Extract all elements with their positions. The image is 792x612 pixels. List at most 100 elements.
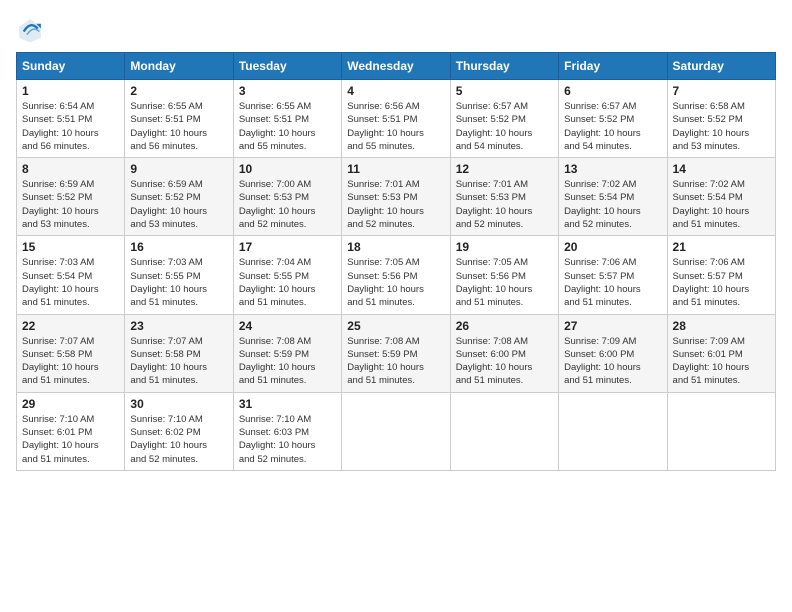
- day-info: Sunrise: 7:10 AMSunset: 6:01 PMDaylight:…: [22, 413, 119, 466]
- calendar-day: 1Sunrise: 6:54 AMSunset: 5:51 PMDaylight…: [17, 80, 125, 158]
- day-info: Sunrise: 6:57 AMSunset: 5:52 PMDaylight:…: [564, 100, 661, 153]
- day-info: Sunrise: 6:59 AMSunset: 5:52 PMDaylight:…: [130, 178, 227, 231]
- day-number: 5: [456, 84, 553, 98]
- day-number: 17: [239, 240, 336, 254]
- day-info: Sunrise: 7:09 AMSunset: 6:01 PMDaylight:…: [673, 335, 770, 388]
- day-info: Sunrise: 7:01 AMSunset: 5:53 PMDaylight:…: [456, 178, 553, 231]
- day-number: 6: [564, 84, 661, 98]
- calendar-day: 6 Sunrise: 6:57 AMSunset: 5:52 PMDaylight…: [559, 80, 667, 158]
- day-number: 1: [22, 84, 119, 98]
- day-info: Sunrise: 6:55 AMSunset: 5:51 PMDaylight:…: [130, 100, 227, 153]
- day-info: Sunrise: 6:56 AMSunset: 5:51 PMDaylight:…: [347, 100, 444, 153]
- day-number: 8: [22, 162, 119, 176]
- calendar-day: 3 Sunrise: 6:55 AMSunset: 5:51 PMDaylight…: [233, 80, 341, 158]
- day-number: 19: [456, 240, 553, 254]
- day-number: 25: [347, 319, 444, 333]
- calendar-day: [342, 392, 450, 470]
- calendar-day: 31 Sunrise: 7:10 AMSunset: 6:03 PMDayligh…: [233, 392, 341, 470]
- calendar-day: 4 Sunrise: 6:56 AMSunset: 5:51 PMDaylight…: [342, 80, 450, 158]
- day-info: Sunrise: 7:07 AMSunset: 5:58 PMDaylight:…: [130, 335, 227, 388]
- header-day: Thursday: [450, 53, 558, 80]
- day-info: Sunrise: 6:59 AMSunset: 5:52 PMDaylight:…: [22, 178, 119, 231]
- calendar-day: 5 Sunrise: 6:57 AMSunset: 5:52 PMDaylight…: [450, 80, 558, 158]
- calendar-table: SundayMondayTuesdayWednesdayThursdayFrid…: [16, 52, 776, 471]
- calendar-day: 18 Sunrise: 7:05 AMSunset: 5:56 PMDayligh…: [342, 236, 450, 314]
- day-info: Sunrise: 7:05 AMSunset: 5:56 PMDaylight:…: [456, 256, 553, 309]
- calendar-day: 27 Sunrise: 7:09 AMSunset: 6:00 PMDayligh…: [559, 314, 667, 392]
- calendar-week: 8 Sunrise: 6:59 AMSunset: 5:52 PMDaylight…: [17, 158, 776, 236]
- day-number: 23: [130, 319, 227, 333]
- calendar-day: 21Sunrise: 7:06 AMSunset: 5:57 PMDayligh…: [667, 236, 775, 314]
- calendar-day: 26Sunrise: 7:08 AMSunset: 6:00 PMDayligh…: [450, 314, 558, 392]
- day-info: Sunrise: 6:57 AMSunset: 5:52 PMDaylight:…: [456, 100, 553, 153]
- day-number: 27: [564, 319, 661, 333]
- header-row: SundayMondayTuesdayWednesdayThursdayFrid…: [17, 53, 776, 80]
- day-info: Sunrise: 7:02 AMSunset: 5:54 PMDaylight:…: [564, 178, 661, 231]
- calendar-day: 23 Sunrise: 7:07 AMSunset: 5:58 PMDayligh…: [125, 314, 233, 392]
- calendar-week: 1Sunrise: 6:54 AMSunset: 5:51 PMDaylight…: [17, 80, 776, 158]
- day-number: 18: [347, 240, 444, 254]
- day-info: Sunrise: 7:06 AMSunset: 5:57 PMDaylight:…: [564, 256, 661, 309]
- day-info: Sunrise: 7:00 AMSunset: 5:53 PMDaylight:…: [239, 178, 336, 231]
- day-number: 10: [239, 162, 336, 176]
- day-number: 26: [456, 319, 553, 333]
- day-number: 7: [673, 84, 770, 98]
- calendar-header: SundayMondayTuesdayWednesdayThursdayFrid…: [17, 53, 776, 80]
- calendar-day: 2 Sunrise: 6:55 AMSunset: 5:51 PMDaylight…: [125, 80, 233, 158]
- header-day: Friday: [559, 53, 667, 80]
- day-info: Sunrise: 7:08 AMSunset: 5:59 PMDaylight:…: [347, 335, 444, 388]
- calendar-day: 20Sunrise: 7:06 AMSunset: 5:57 PMDayligh…: [559, 236, 667, 314]
- day-number: 21: [673, 240, 770, 254]
- calendar-day: 12Sunrise: 7:01 AMSunset: 5:53 PMDayligh…: [450, 158, 558, 236]
- day-number: 16: [130, 240, 227, 254]
- day-number: 11: [347, 162, 444, 176]
- day-number: 3: [239, 84, 336, 98]
- day-number: 15: [22, 240, 119, 254]
- day-number: 24: [239, 319, 336, 333]
- day-number: 9: [130, 162, 227, 176]
- day-info: Sunrise: 7:04 AMSunset: 5:55 PMDaylight:…: [239, 256, 336, 309]
- day-info: Sunrise: 6:55 AMSunset: 5:51 PMDaylight:…: [239, 100, 336, 153]
- day-info: Sunrise: 7:01 AMSunset: 5:53 PMDaylight:…: [347, 178, 444, 231]
- day-number: 30: [130, 397, 227, 411]
- day-info: Sunrise: 7:05 AMSunset: 5:56 PMDaylight:…: [347, 256, 444, 309]
- calendar-day: 7 Sunrise: 6:58 AMSunset: 5:52 PMDaylight…: [667, 80, 775, 158]
- day-info: Sunrise: 7:10 AMSunset: 6:02 PMDaylight:…: [130, 413, 227, 466]
- calendar-day: 30 Sunrise: 7:10 AMSunset: 6:02 PMDayligh…: [125, 392, 233, 470]
- day-number: 28: [673, 319, 770, 333]
- day-info: Sunrise: 7:08 AMSunset: 5:59 PMDaylight:…: [239, 335, 336, 388]
- day-number: 31: [239, 397, 336, 411]
- day-info: Sunrise: 7:10 AMSunset: 6:03 PMDaylight:…: [239, 413, 336, 466]
- day-number: 13: [564, 162, 661, 176]
- calendar-day: 9 Sunrise: 6:59 AMSunset: 5:52 PMDaylight…: [125, 158, 233, 236]
- calendar-day: 8 Sunrise: 6:59 AMSunset: 5:52 PMDaylight…: [17, 158, 125, 236]
- day-info: Sunrise: 7:09 AMSunset: 6:00 PMDaylight:…: [564, 335, 661, 388]
- day-number: 22: [22, 319, 119, 333]
- day-info: Sunrise: 7:02 AMSunset: 5:54 PMDaylight:…: [673, 178, 770, 231]
- calendar-week: 29 Sunrise: 7:10 AMSunset: 6:01 PMDayligh…: [17, 392, 776, 470]
- day-number: 2: [130, 84, 227, 98]
- calendar-day: 28 Sunrise: 7:09 AMSunset: 6:01 PMDayligh…: [667, 314, 775, 392]
- calendar-day: 11 Sunrise: 7:01 AMSunset: 5:53 PMDayligh…: [342, 158, 450, 236]
- page-header: [16, 16, 776, 44]
- calendar-day: 13 Sunrise: 7:02 AMSunset: 5:54 PMDayligh…: [559, 158, 667, 236]
- calendar-day: [559, 392, 667, 470]
- day-info: Sunrise: 6:58 AMSunset: 5:52 PMDaylight:…: [673, 100, 770, 153]
- header-day: Monday: [125, 53, 233, 80]
- calendar-day: 19 Sunrise: 7:05 AMSunset: 5:56 PMDayligh…: [450, 236, 558, 314]
- calendar-day: [667, 392, 775, 470]
- calendar-body: 1Sunrise: 6:54 AMSunset: 5:51 PMDaylight…: [17, 80, 776, 471]
- header-day: Tuesday: [233, 53, 341, 80]
- logo-icon: [16, 16, 44, 44]
- calendar-day: 17 Sunrise: 7:04 AMSunset: 5:55 PMDayligh…: [233, 236, 341, 314]
- day-info: Sunrise: 7:07 AMSunset: 5:58 PMDaylight:…: [22, 335, 119, 388]
- day-number: 29: [22, 397, 119, 411]
- day-info: Sunrise: 7:03 AMSunset: 5:54 PMDaylight:…: [22, 256, 119, 309]
- day-number: 4: [347, 84, 444, 98]
- header-day: Sunday: [17, 53, 125, 80]
- calendar-day: 22 Sunrise: 7:07 AMSunset: 5:58 PMDayligh…: [17, 314, 125, 392]
- calendar-day: 14Sunrise: 7:02 AMSunset: 5:54 PMDayligh…: [667, 158, 775, 236]
- calendar-week: 15 Sunrise: 7:03 AMSunset: 5:54 PMDayligh…: [17, 236, 776, 314]
- calendar-day: 29 Sunrise: 7:10 AMSunset: 6:01 PMDayligh…: [17, 392, 125, 470]
- calendar-day: 15 Sunrise: 7:03 AMSunset: 5:54 PMDayligh…: [17, 236, 125, 314]
